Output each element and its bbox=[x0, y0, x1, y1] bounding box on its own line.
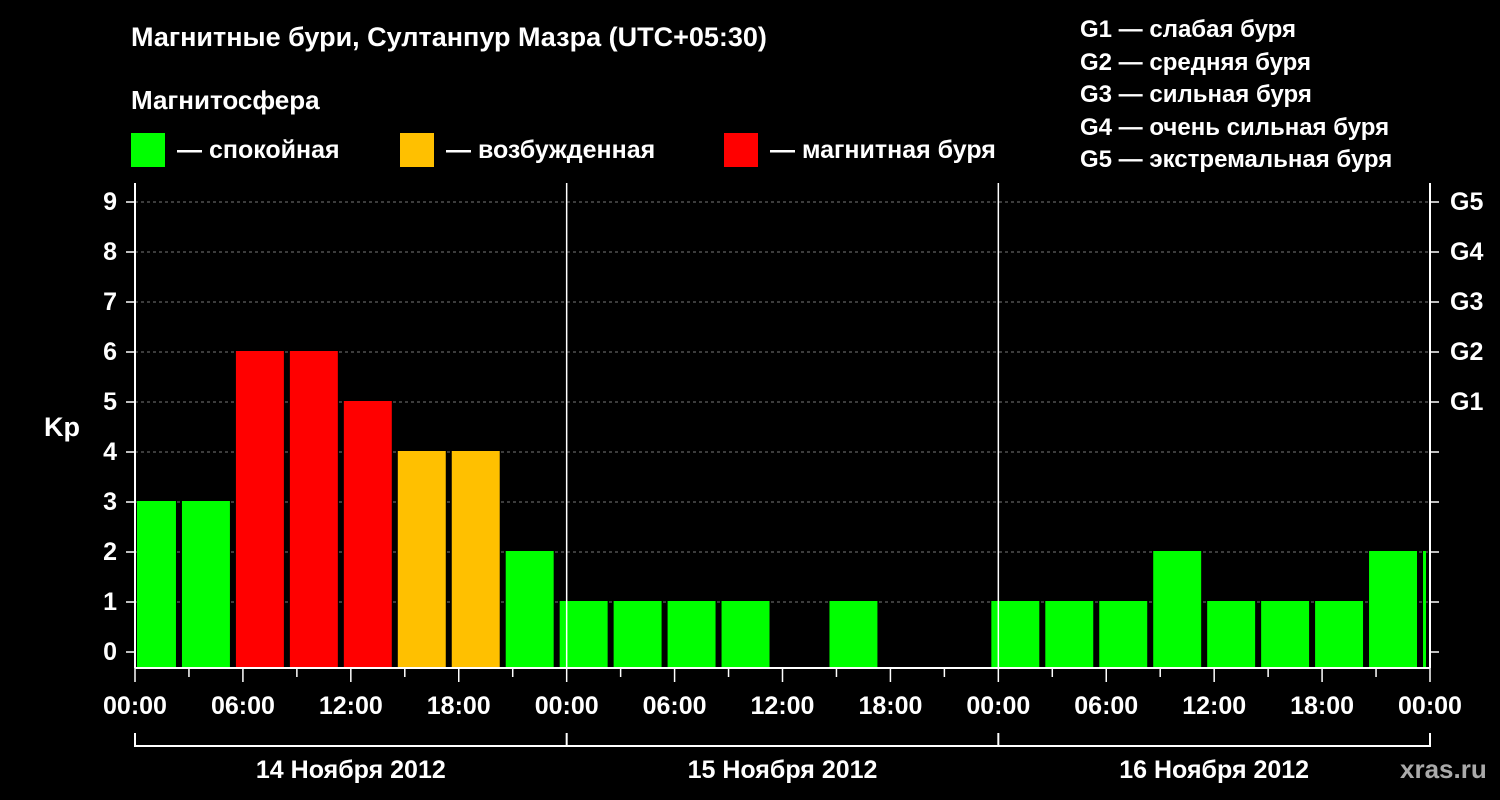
kp-bar bbox=[1099, 601, 1148, 668]
kp-bar bbox=[721, 601, 770, 668]
watermark: xras.ru bbox=[1400, 754, 1487, 784]
g-tick-label: G5 bbox=[1450, 188, 1483, 216]
kp-bar bbox=[1315, 601, 1364, 668]
date-label: 16 Ноября 2012 bbox=[1119, 756, 1309, 784]
x-tick-label: 00:00 bbox=[103, 692, 167, 720]
kp-bar bbox=[235, 351, 284, 668]
kp-bar bbox=[1423, 551, 1426, 668]
x-tick-label: 06:00 bbox=[643, 692, 707, 720]
y-tick-label: 9 bbox=[103, 188, 117, 216]
kp-bar bbox=[343, 401, 392, 668]
date-label: 15 Ноября 2012 bbox=[688, 756, 878, 784]
kp-bar bbox=[505, 551, 554, 668]
kp-bar bbox=[1369, 551, 1418, 668]
kp-bar bbox=[667, 601, 716, 668]
x-tick-label: 18:00 bbox=[1290, 692, 1354, 720]
y-tick-label: 1 bbox=[103, 588, 117, 616]
x-tick-label: 00:00 bbox=[535, 692, 599, 720]
g-tick-label: G4 bbox=[1450, 238, 1483, 266]
date-label: 14 Ноября 2012 bbox=[256, 756, 446, 784]
kp-bar bbox=[451, 451, 500, 668]
x-tick-label: 00:00 bbox=[966, 692, 1030, 720]
kp-bar bbox=[137, 501, 176, 668]
kp-bar bbox=[613, 601, 662, 668]
kp-bar bbox=[1153, 551, 1202, 668]
x-tick-label: 18:00 bbox=[427, 692, 491, 720]
x-tick-label: 12:00 bbox=[319, 692, 383, 720]
g-tick-label: G1 bbox=[1450, 388, 1483, 416]
y-tick-label: 2 bbox=[103, 538, 117, 566]
g-tick-label: G2 bbox=[1450, 338, 1483, 366]
x-tick-label: 06:00 bbox=[211, 692, 275, 720]
y-tick-label: 8 bbox=[103, 238, 117, 266]
kp-bar bbox=[1261, 601, 1310, 668]
kp-bar bbox=[1045, 601, 1094, 668]
y-tick-label: 3 bbox=[103, 488, 117, 516]
kp-bar bbox=[181, 501, 230, 668]
y-tick-label: 7 bbox=[103, 288, 117, 316]
x-tick-label: 00:00 bbox=[1398, 692, 1462, 720]
g-tick-label: G3 bbox=[1450, 288, 1483, 316]
y-tick-label: 4 bbox=[103, 438, 117, 466]
y-tick-label: 5 bbox=[103, 388, 117, 416]
kp-bar bbox=[829, 601, 878, 668]
y-tick-label: 6 bbox=[103, 338, 117, 366]
kp-bar bbox=[397, 451, 446, 668]
kp-bar-chart: 0 1 2 3 4 5 6 7 8 9 G1 G2 G3 G4 G5 Kp 00:00 06:00 12:00 18:… bbox=[44, 183, 1483, 784]
kp-bar bbox=[1207, 601, 1256, 668]
x-tick-label: 06:00 bbox=[1074, 692, 1138, 720]
kp-bar bbox=[289, 351, 338, 668]
x-tick-label: 12:00 bbox=[751, 692, 815, 720]
y-axis-title: Kp bbox=[44, 412, 80, 442]
y-tick-label: 0 bbox=[103, 638, 117, 666]
x-tick-label: 18:00 bbox=[858, 692, 922, 720]
x-tick-label: 12:00 bbox=[1182, 692, 1246, 720]
